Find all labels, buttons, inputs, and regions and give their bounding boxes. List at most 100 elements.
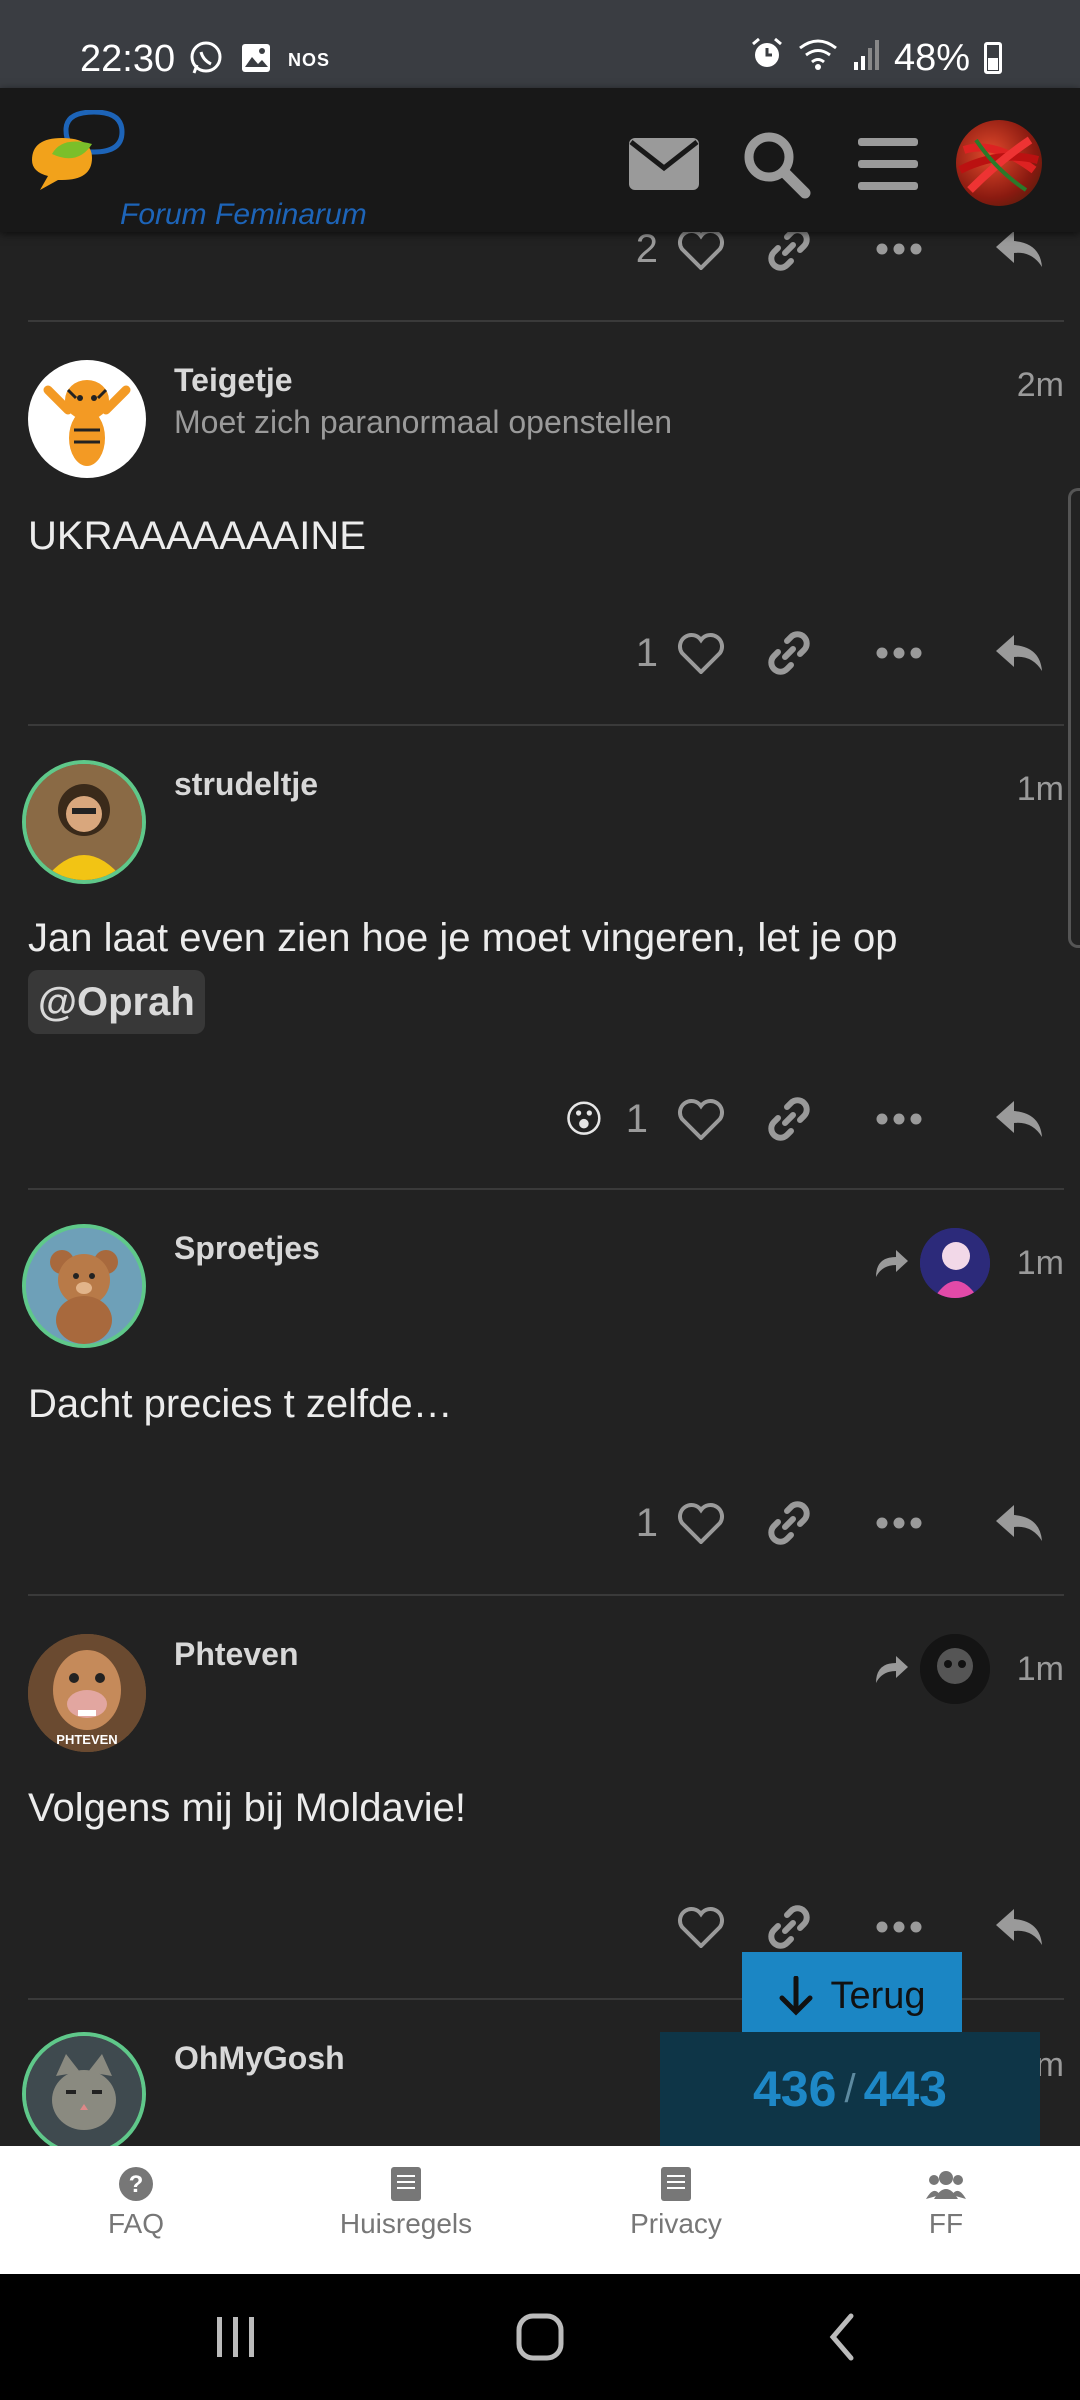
copy-link-button[interactable]	[754, 618, 824, 688]
post-actions: 😮 1	[564, 1084, 1054, 1154]
cat-avatar-image	[26, 2036, 142, 2152]
post-actions: 1	[636, 1488, 1054, 1558]
reply-button[interactable]	[984, 618, 1054, 688]
reply-to-indicator[interactable]	[874, 1634, 990, 1704]
post-time[interactable]: 2m	[1017, 366, 1064, 405]
reply-to-indicator[interactable]	[874, 1228, 990, 1298]
post-time[interactable]: 1m	[1017, 1244, 1064, 1283]
reaction-emoji[interactable]: 😮	[564, 1097, 604, 1142]
like-count: 2	[635, 226, 658, 271]
whatsapp-icon	[188, 40, 224, 81]
signal-icon	[852, 37, 880, 80]
reply-to-avatar-image	[920, 1634, 990, 1704]
system-icons: 48%	[750, 36, 1002, 80]
footer-nav: ? FAQ Huisregels Privacy FF	[0, 2146, 1080, 2274]
svg-text:?: ?	[129, 2171, 144, 2198]
menu-button[interactable]	[848, 124, 928, 204]
wifi-icon	[798, 37, 838, 80]
search-button[interactable]	[736, 124, 816, 204]
hamburger-icon	[858, 138, 918, 190]
back-button[interactable]: Terug	[742, 1952, 962, 2040]
footer-item-huisregels[interactable]: Huisregels	[306, 2166, 506, 2240]
post-body: Dacht precies t zelfde…	[28, 1382, 453, 1426]
avatar[interactable]	[22, 760, 146, 884]
avatar[interactable]: PHTEVEN	[28, 1634, 146, 1752]
users-icon	[926, 2166, 966, 2202]
like-button[interactable]	[666, 1488, 736, 1558]
link-icon	[768, 1097, 810, 1141]
notification-icons: NOS	[188, 40, 330, 81]
site-name: Forum Feminarum	[120, 198, 367, 231]
username[interactable]: Sproetjes	[174, 1230, 320, 1267]
avatar[interactable]	[22, 2032, 146, 2156]
arrow-down-icon	[779, 1976, 813, 2016]
battery-level: 48%	[893, 36, 970, 79]
like-button[interactable]	[666, 1084, 736, 1154]
book-icon	[656, 2166, 696, 2202]
username[interactable]: Phteven	[174, 1636, 298, 1673]
ellipsis-icon	[876, 1113, 922, 1125]
user-mention[interactable]: @Oprah	[28, 970, 205, 1034]
like-count: 1	[635, 630, 658, 675]
ellipsis-icon	[876, 243, 922, 255]
post-divider	[28, 1594, 1064, 1596]
copy-link-button[interactable]	[754, 1488, 824, 1558]
teddy-bear-avatar-image	[26, 1228, 142, 1344]
footer-item-ff[interactable]: FF	[846, 2166, 1046, 2240]
post-body: Volgens mij bij Moldavie!	[28, 1786, 466, 1830]
post-time[interactable]: 1m	[1017, 770, 1064, 809]
post-time[interactable]: 1m	[1017, 1650, 1064, 1689]
clock: 22:30	[80, 38, 176, 80]
like-button[interactable]	[666, 618, 736, 688]
reply-button[interactable]	[984, 1084, 1054, 1154]
more-button[interactable]	[864, 618, 934, 688]
home-button[interactable]	[500, 2304, 580, 2370]
avatar[interactable]	[28, 360, 146, 478]
share-arrow-icon	[876, 1656, 908, 1683]
reply-icon	[996, 231, 1042, 267]
username[interactable]: strudeltje	[174, 766, 318, 803]
question-icon: ?	[116, 2166, 156, 2202]
battery-icon	[984, 42, 1002, 74]
footer-label: FF	[928, 2208, 964, 2239]
topic-progress[interactable]: 436 / 443	[660, 2032, 1040, 2146]
footer-item-privacy[interactable]: Privacy	[576, 2166, 776, 2240]
back-nav-button[interactable]	[802, 2304, 882, 2370]
reply-button[interactable]	[984, 1892, 1054, 1962]
search-icon	[744, 132, 811, 199]
reply-icon	[996, 1505, 1042, 1541]
reply-button[interactable]	[984, 1488, 1054, 1558]
nos-icon: NOS	[288, 50, 331, 70]
messages-button[interactable]	[624, 124, 704, 204]
link-icon	[768, 227, 810, 271]
footer-label: Privacy	[630, 2208, 722, 2239]
site-header: Forum Feminarum	[0, 88, 1080, 232]
more-button[interactable]	[864, 1488, 934, 1558]
avatar[interactable]	[22, 1224, 146, 1348]
like-count: 1	[635, 1500, 658, 1545]
heart-icon	[678, 1503, 724, 1544]
tiger-avatar-image	[43, 380, 131, 466]
avatar-caption: PHTEVEN	[56, 1732, 117, 1747]
scroll-indicator[interactable]	[1068, 488, 1080, 948]
copy-link-button[interactable]	[754, 1084, 824, 1154]
recent-apps-button[interactable]	[196, 2304, 276, 2370]
system-navigation-bar	[0, 2274, 1080, 2400]
reply-to-avatar[interactable]	[920, 1634, 990, 1704]
post-actions: 1	[636, 618, 1054, 688]
site-logo[interactable]: Forum Feminarum	[26, 109, 386, 231]
image-icon	[240, 42, 272, 79]
reply-icon	[996, 635, 1042, 671]
back-chevron-icon	[829, 2313, 854, 2361]
post-text: Jan laat even zien hoe je moet vingeren,…	[28, 916, 898, 960]
username[interactable]: Teigetje	[174, 362, 293, 399]
heart-icon	[678, 633, 724, 674]
dog-avatar-image: PHTEVEN	[28, 1634, 146, 1752]
more-button[interactable]	[864, 1084, 934, 1154]
reply-to-avatar[interactable]	[920, 1228, 990, 1298]
like-button[interactable]	[666, 1892, 736, 1962]
home-icon	[516, 2313, 564, 2361]
user-avatar[interactable]	[956, 120, 1042, 206]
footer-item-faq[interactable]: ? FAQ	[36, 2166, 236, 2240]
username[interactable]: OhMyGosh	[174, 2040, 345, 2077]
